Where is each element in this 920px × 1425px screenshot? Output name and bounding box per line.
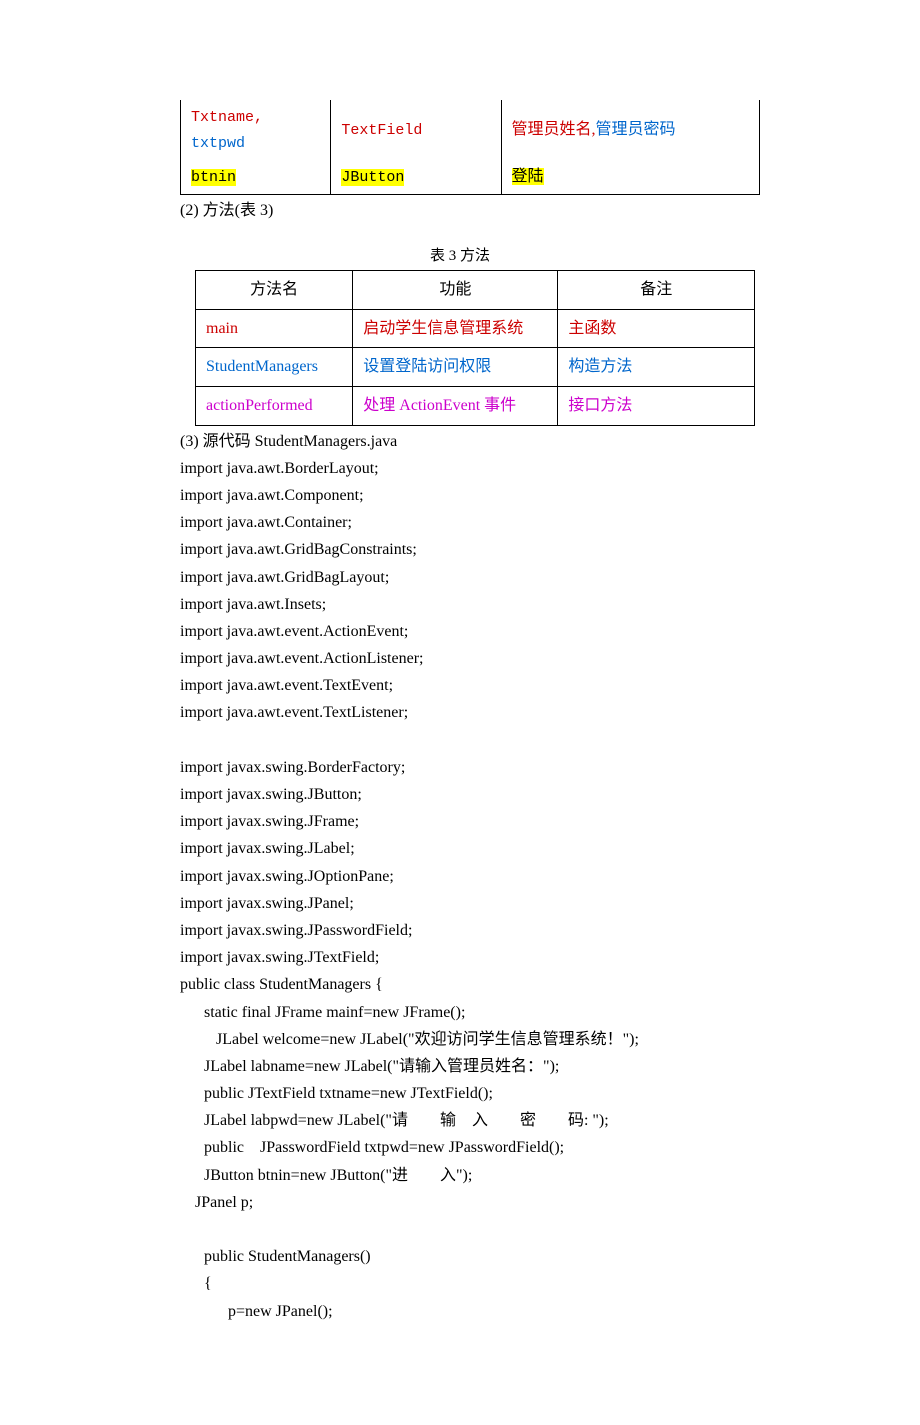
code-line: import javax.swing.JPanel; bbox=[180, 890, 740, 917]
code-line: import javax.swing.JOptionPane; bbox=[180, 863, 740, 890]
code-line: JLabel welcome=new JLabel("欢迎访问学生信息管理系统！… bbox=[180, 1026, 740, 1053]
code-line bbox=[180, 727, 740, 754]
cell: actionPerformed bbox=[196, 386, 353, 425]
code-line: import java.awt.event.TextListener; bbox=[180, 699, 740, 726]
code-line: import javax.swing.JLabel; bbox=[180, 835, 740, 862]
col-header: 方法名 bbox=[196, 271, 353, 310]
text: 登陆 bbox=[512, 168, 544, 185]
text: TextField bbox=[341, 122, 422, 139]
text: Txtname, bbox=[191, 109, 263, 126]
text: 管理员姓名, bbox=[512, 121, 596, 138]
code-line bbox=[180, 1216, 740, 1243]
code-line: JButton btnin=new JButton("进 入"); bbox=[180, 1162, 740, 1189]
code-line: { bbox=[180, 1270, 740, 1297]
code-line: import java.awt.GridBagLayout; bbox=[180, 564, 740, 591]
cell: Txtname, txtpwd bbox=[181, 100, 331, 160]
cell: 管理员姓名,管理员密码 bbox=[501, 100, 759, 160]
cell: StudentManagers bbox=[196, 348, 353, 387]
cell: btnin bbox=[181, 160, 331, 195]
text: txtpwd bbox=[191, 135, 245, 152]
code-line: public class StudentManagers { bbox=[180, 971, 740, 998]
code-line: public StudentManagers() bbox=[180, 1243, 740, 1270]
table-row: main 启动学生信息管理系统 主函数 bbox=[196, 309, 755, 348]
code-line: import java.awt.event.ActionEvent; bbox=[180, 618, 740, 645]
text: btnin bbox=[191, 169, 236, 186]
code-line: import javax.swing.BorderFactory; bbox=[180, 754, 740, 781]
table-row: actionPerformed 处理 ActionEvent 事件 接口方法 bbox=[196, 386, 755, 425]
cell: 接口方法 bbox=[558, 386, 755, 425]
method-table: 方法名 功能 备注 main 启动学生信息管理系统 主函数 StudentMan… bbox=[195, 270, 755, 425]
code-line: public JPasswordField txtpwd=new JPasswo… bbox=[180, 1134, 740, 1161]
code-line: import javax.swing.JButton; bbox=[180, 781, 740, 808]
table-header-row: 方法名 功能 备注 bbox=[196, 271, 755, 310]
code-line: import javax.swing.JPasswordField; bbox=[180, 917, 740, 944]
cell: 设置登陆访问权限 bbox=[353, 348, 558, 387]
cell: 处理 ActionEvent 事件 bbox=[353, 386, 558, 425]
code-line: import java.awt.Component; bbox=[180, 482, 740, 509]
code-line: (3) 源代码 StudentManagers.java bbox=[180, 428, 740, 455]
code-line: public JTextField txtname=new JTextField… bbox=[180, 1080, 740, 1107]
code-line: import java.awt.event.TextEvent; bbox=[180, 672, 740, 699]
cell: main bbox=[196, 309, 353, 348]
code-line: JLabel labname=new JLabel("请输入管理员姓名："); bbox=[180, 1053, 740, 1080]
section-label: (2) 方法(表 3) bbox=[180, 197, 740, 224]
code-line: import java.awt.GridBagConstraints; bbox=[180, 536, 740, 563]
col-header: 备注 bbox=[558, 271, 755, 310]
cell: TextField bbox=[331, 100, 501, 160]
text: JButton bbox=[341, 169, 404, 186]
code-line: import java.awt.BorderLayout; bbox=[180, 455, 740, 482]
code-line: JPanel p; bbox=[180, 1189, 740, 1216]
table-caption: 表 3 方法 bbox=[180, 244, 740, 268]
cell: 登陆 bbox=[501, 160, 759, 195]
cell: JButton bbox=[331, 160, 501, 195]
cell: 启动学生信息管理系统 bbox=[353, 309, 558, 348]
table-row: StudentManagers 设置登陆访问权限 构造方法 bbox=[196, 348, 755, 387]
cell: 构造方法 bbox=[558, 348, 755, 387]
code-line: import javax.swing.JFrame; bbox=[180, 808, 740, 835]
table-row: Txtname, txtpwd TextField 管理员姓名,管理员密码 bbox=[181, 100, 760, 160]
code-line: JLabel labpwd=new JLabel("请 输 入 密 码: "); bbox=[180, 1107, 740, 1134]
code-line: import java.awt.Insets; bbox=[180, 591, 740, 618]
table-row: btnin JButton 登陆 bbox=[181, 160, 760, 195]
cell: 主函数 bbox=[558, 309, 755, 348]
code-line: import java.awt.Container; bbox=[180, 509, 740, 536]
code-line: import java.awt.event.ActionListener; bbox=[180, 645, 740, 672]
col-header: 功能 bbox=[353, 271, 558, 310]
code-line: static final JFrame mainf=new JFrame(); bbox=[180, 999, 740, 1026]
text: 管理员密码 bbox=[596, 121, 676, 138]
code-line: import javax.swing.JTextField; bbox=[180, 944, 740, 971]
top-table: Txtname, txtpwd TextField 管理员姓名,管理员密码 bt… bbox=[180, 100, 760, 195]
